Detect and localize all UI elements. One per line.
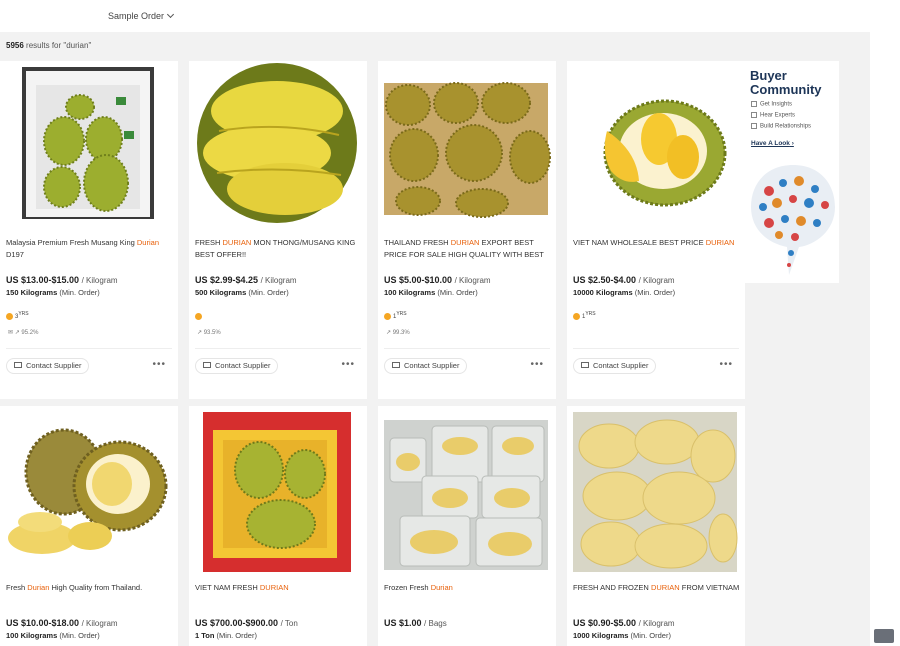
product-image[interactable] (567, 406, 745, 576)
product-price: US $1.00 / Bags (384, 618, 447, 628)
divider (6, 348, 172, 349)
product-price: US $0.90-$5.00 / Kilogram (573, 618, 675, 628)
response-rate: ↗ 99.3% (386, 330, 410, 336)
speech-bubble-graphic (751, 165, 835, 275)
mail-icon (14, 362, 22, 369)
product-card[interactable]: THAILAND FRESH DURIAN EXPORT BEST PRICE … (378, 61, 556, 399)
product-image[interactable] (378, 61, 556, 231)
supplier-years-badge (195, 311, 204, 320)
product-card[interactable]: VIET NAM FRESH DURIAN US $700.00-$900.00… (189, 406, 367, 646)
product-title[interactable]: VIET NAM WHOLESALE BEST PRICE DURIAN (573, 237, 741, 249)
min-order: 100 Kilograms (Min. Order) (6, 631, 100, 640)
divider (573, 348, 739, 349)
contact-supplier-button[interactable]: Contact Supplier (573, 358, 657, 374)
right-scroll-area (870, 0, 900, 646)
corner-badge-icon (874, 629, 894, 643)
min-order: 1000 Kilograms (Min. Order) (573, 631, 671, 640)
sample-order-label: Sample Order (108, 11, 165, 21)
min-order: 1 Ton (Min. Order) (195, 631, 257, 640)
response-rate: ↗ 93.5% (197, 330, 221, 336)
product-image[interactable] (567, 61, 745, 231)
product-price: US $10.00-$18.00 / Kilogram (6, 618, 118, 628)
product-price: US $5.00-$10.00 / Kilogram (384, 275, 491, 285)
ad-item: Hear Experts (751, 112, 795, 119)
product-image[interactable] (378, 406, 556, 576)
more-options-icon[interactable]: ••• (341, 359, 355, 370)
ad-item: Build Relationships (751, 123, 811, 130)
min-order: 150 Kilograms (Min. Order) (6, 288, 100, 297)
product-title[interactable]: Malaysia Premium Fresh Musang King Duria… (6, 237, 174, 261)
product-title[interactable]: FRESH AND FROZEN DURIAN FROM VIETNAM (573, 582, 741, 594)
response-rate: ✉ ↗ 95.2% (8, 330, 39, 336)
product-price: US $2.99-$4.25 / Kilogram (195, 275, 297, 285)
have-a-look-link[interactable]: Have A Look › (751, 140, 794, 147)
product-card[interactable]: Fresh Durian High Quality from Thailand.… (0, 406, 178, 646)
product-price: US $2.50-$4.00 / Kilogram (573, 275, 675, 285)
ad-item: Get Insights (751, 101, 792, 108)
buyer-community-ad[interactable]: Buyer Community Get Insights Hear Expert… (745, 61, 839, 283)
product-image[interactable] (189, 61, 367, 231)
top-toolbar: Sample Order (0, 0, 870, 32)
divider (384, 348, 550, 349)
more-options-icon[interactable]: ••• (152, 359, 166, 370)
product-price: US $700.00-$900.00 / Ton (195, 618, 298, 628)
gold-supplier-icon (195, 312, 202, 320)
product-card[interactable]: Frozen Fresh Durian US $1.00 / Bags (378, 406, 556, 646)
gold-supplier-icon (573, 312, 580, 320)
divider (195, 348, 361, 349)
mail-icon (581, 362, 589, 369)
min-order: 10000 Kilograms (Min. Order) (573, 288, 676, 297)
product-image[interactable] (0, 406, 178, 576)
results-query: results for "durian" (26, 41, 92, 50)
gold-supplier-icon (384, 312, 391, 320)
supplier-years-badge: 1YRS (384, 311, 407, 320)
product-title[interactable]: FRESH DURIAN MON THONG/MUSANG KING BEST … (195, 237, 363, 261)
more-options-icon[interactable]: ••• (530, 359, 544, 370)
chevron-down-icon (166, 10, 175, 19)
product-title[interactable]: Fresh Durian High Quality from Thailand. (6, 582, 174, 594)
mail-icon (203, 362, 211, 369)
supplier-years-badge: 3YRS (6, 311, 29, 320)
more-options-icon[interactable]: ••• (719, 359, 733, 370)
contact-supplier-button[interactable]: Contact Supplier (384, 358, 468, 374)
product-card[interactable]: FRESH DURIAN MON THONG/MUSANG KING BEST … (189, 61, 367, 399)
min-order: 500 Kilograms (Min. Order) (195, 288, 289, 297)
min-order: 100 Kilograms (Min. Order) (384, 288, 478, 297)
supplier-years-badge: 1YRS (573, 311, 596, 320)
product-card[interactable]: Malaysia Premium Fresh Musang King Duria… (0, 61, 178, 399)
sample-order-dropdown[interactable]: Sample Order (108, 10, 175, 21)
contact-supplier-button[interactable]: Contact Supplier (195, 358, 279, 374)
mail-icon (392, 362, 400, 369)
results-number: 5956 (6, 41, 24, 50)
results-count: 5956 results for "durian" (6, 41, 91, 50)
product-card[interactable]: FRESH AND FROZEN DURIAN FROM VIETNAM US … (567, 406, 745, 646)
product-title[interactable]: Frozen Fresh Durian (384, 582, 552, 594)
product-title[interactable]: VIET NAM FRESH DURIAN (195, 582, 363, 594)
ad-title: Buyer Community (750, 68, 822, 97)
product-price: US $13.00-$15.00 / Kilogram (6, 275, 118, 285)
product-image[interactable] (189, 406, 367, 576)
contact-supplier-button[interactable]: Contact Supplier (6, 358, 90, 374)
gold-supplier-icon (6, 312, 13, 320)
product-image[interactable] (0, 61, 178, 231)
product-title[interactable]: THAILAND FRESH DURIAN EXPORT BEST PRICE … (384, 237, 552, 261)
product-card[interactable]: VIET NAM WHOLESALE BEST PRICE DURIAN US … (567, 61, 745, 399)
